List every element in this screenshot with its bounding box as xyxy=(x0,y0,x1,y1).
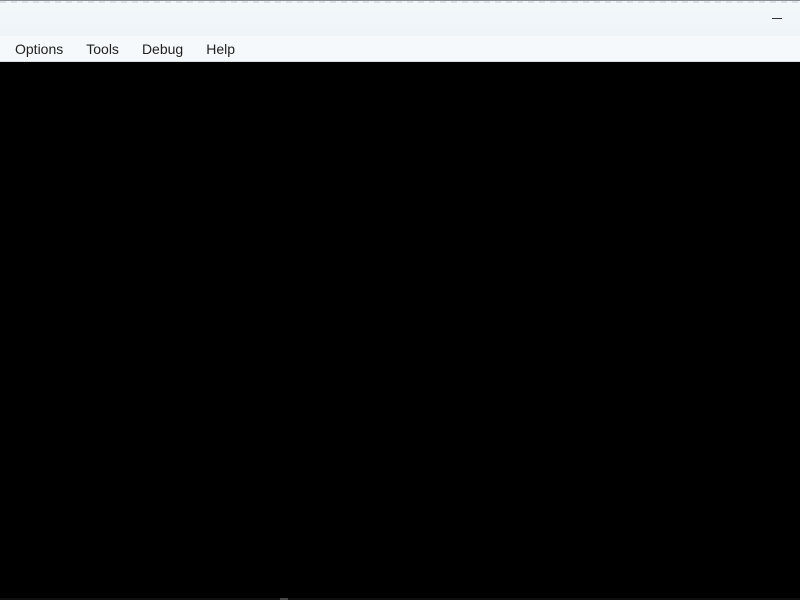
menu-item-options[interactable]: Options xyxy=(7,37,71,61)
title-bar-top-edge xyxy=(0,1,800,3)
menu-item-tools[interactable]: Tools xyxy=(78,37,127,61)
menu-item-help[interactable]: Help xyxy=(198,37,243,61)
menu-item-debug[interactable]: Debug xyxy=(134,37,191,61)
menu-bar: Options Tools Debug Help xyxy=(0,36,800,62)
main-content-area[interactable] xyxy=(0,62,800,600)
minimize-icon xyxy=(772,18,782,19)
title-bar xyxy=(0,0,800,36)
app-window: Options Tools Debug Help xyxy=(0,0,800,600)
minimize-button[interactable] xyxy=(768,9,786,27)
